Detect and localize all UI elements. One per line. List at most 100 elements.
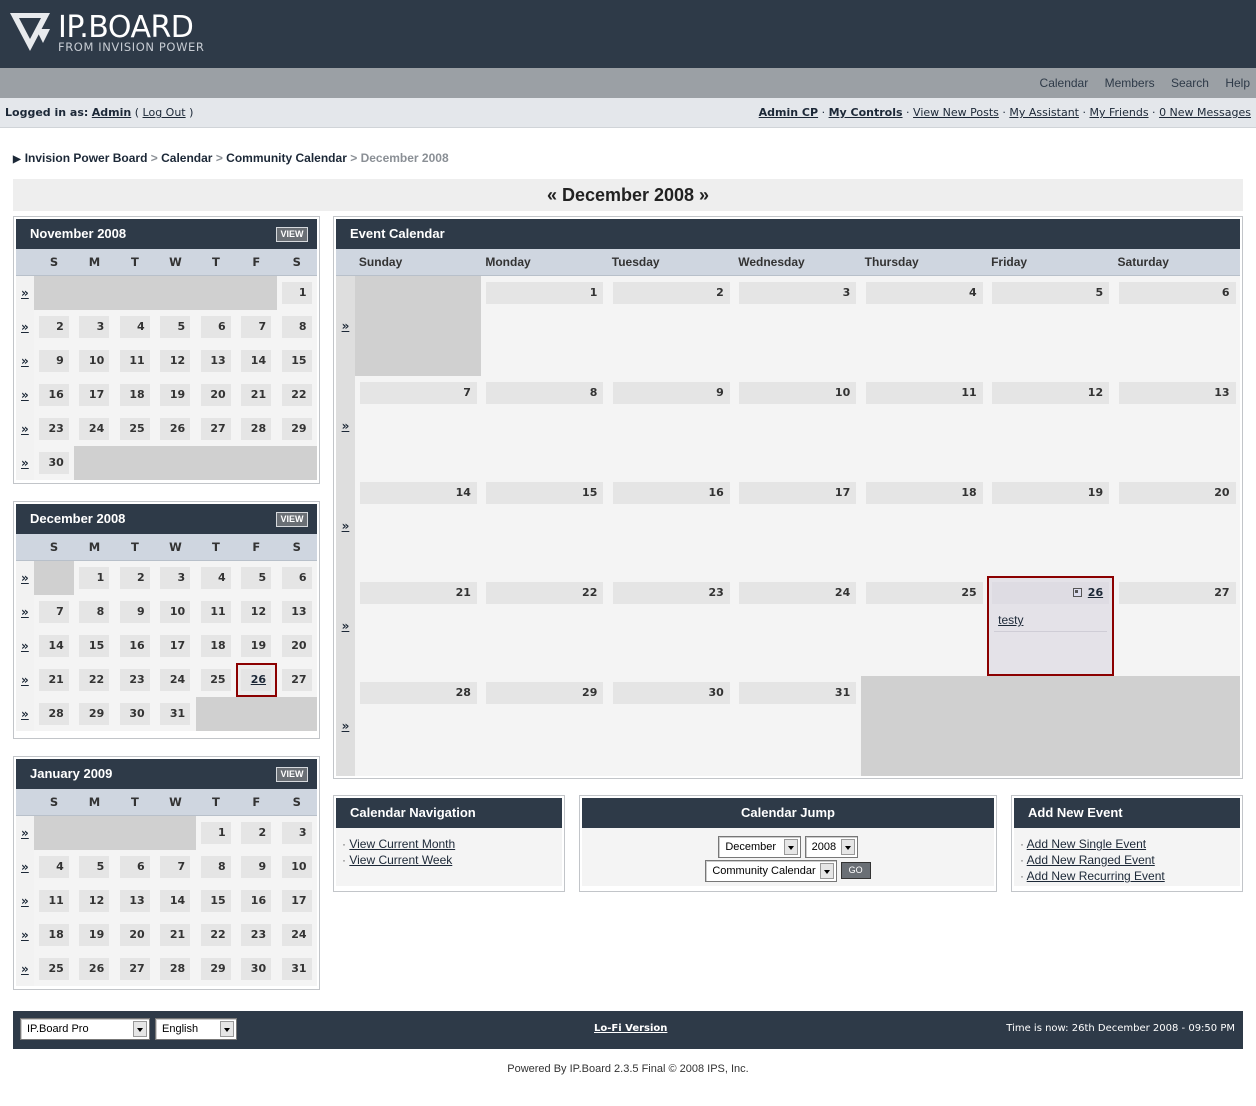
calendar-day-cell[interactable]: 21	[354, 576, 482, 676]
mini-day-cell[interactable]: 12	[155, 344, 196, 378]
mini-day-number[interactable]: 18	[38, 924, 69, 946]
calendar-day-cell[interactable]: 17	[734, 476, 861, 576]
nav-calendar-link[interactable]: Calendar	[1040, 76, 1089, 90]
admin-cp-link[interactable]: Admin CP	[759, 106, 818, 119]
mini-day-number[interactable]: 25	[119, 418, 150, 440]
mini-day-number[interactable]: 20	[119, 924, 150, 946]
calendar-day-number[interactable]: 9	[612, 382, 730, 404]
mini-day-number[interactable]: 30	[38, 452, 69, 474]
calendar-day-number[interactable]: 21	[359, 582, 477, 604]
mini-day-number[interactable]: 25	[38, 958, 69, 980]
mini-day-cell[interactable]: 26	[74, 952, 115, 986]
mini-day-number[interactable]: 29	[281, 418, 312, 440]
calendar-day-number[interactable]: 2	[612, 282, 730, 304]
mini-day-cell[interactable]: 13	[276, 595, 318, 629]
mini-day-cell[interactable]: 1	[195, 816, 237, 850]
calendar-day-number[interactable]: 23	[612, 582, 730, 604]
calendar-day-number[interactable]: 10	[739, 382, 857, 404]
mini-day-number[interactable]: 16	[119, 635, 150, 657]
mini-day-number[interactable]: 6	[119, 856, 150, 878]
mini-day-cell[interactable]: 31	[276, 952, 318, 986]
mini-day-number[interactable]: 1	[79, 567, 110, 589]
calendar-day-cell[interactable]: 22	[481, 576, 608, 676]
mini-day-cell[interactable]: 19	[74, 918, 115, 952]
week-view-link[interactable]: »	[336, 376, 355, 476]
calendar-day-cell[interactable]: 4	[860, 276, 988, 376]
week-view-link[interactable]: »	[16, 952, 34, 986]
calendar-day-cell[interactable]: 10	[734, 376, 861, 476]
mini-day-number[interactable]: 6	[200, 316, 231, 338]
mini-day-cell[interactable]: 28	[155, 952, 196, 986]
mini-day-cell[interactable]: 21	[236, 378, 277, 412]
calendar-day-cell[interactable]: 23	[607, 576, 735, 676]
calendar-day-number[interactable]: 20	[1118, 482, 1236, 504]
mini-day-number[interactable]: 17	[160, 635, 191, 657]
mini-day-number[interactable]: 19	[79, 924, 110, 946]
add-recurring-event-link[interactable]: Add New Recurring Event	[1027, 869, 1165, 883]
calendar-day-cell[interactable]: 5	[987, 276, 1114, 376]
mini-day-number[interactable]: 22	[79, 669, 110, 691]
calendar-day-number[interactable]: 16	[612, 482, 730, 504]
mini-day-cell[interactable]: 21	[155, 918, 196, 952]
mini-day-cell[interactable]: 25	[114, 412, 156, 446]
calendar-day-number[interactable]: 5	[992, 282, 1110, 304]
week-view-link[interactable]: »	[16, 344, 34, 378]
mini-day-number[interactable]: 9	[38, 350, 69, 372]
week-view-link[interactable]: »	[16, 629, 34, 663]
mini-day-cell[interactable]: 2	[33, 310, 75, 344]
mini-day-cell[interactable]: 18	[195, 629, 237, 663]
mini-day-cell[interactable]: 1	[74, 561, 115, 595]
calendar-day-number[interactable]: 12	[992, 382, 1110, 404]
mini-day-cell[interactable]: 25	[195, 663, 237, 697]
mini-day-cell[interactable]: 5	[236, 561, 277, 595]
mini-day-cell[interactable]: 18	[33, 918, 75, 952]
calendar-day-number[interactable]: 8	[486, 382, 604, 404]
mini-day-number[interactable]: 20	[200, 384, 231, 406]
month-select[interactable]: December	[718, 836, 802, 858]
calendar-day-number[interactable]: 15	[486, 482, 604, 504]
mini-day-number[interactable]: 23	[241, 924, 272, 946]
mini-day-cell[interactable]: 24	[276, 918, 318, 952]
mini-day-cell[interactable]: 7	[236, 310, 277, 344]
calendar-day-number[interactable]: 13	[1118, 382, 1236, 404]
week-view-link[interactable]: »	[336, 576, 355, 676]
calendar-day-number[interactable]: 24	[739, 582, 857, 604]
mini-day-cell[interactable]: 8	[74, 595, 115, 629]
nav-search-link[interactable]: Search	[1171, 76, 1209, 90]
mini-day-number[interactable]: 3	[160, 567, 191, 589]
view-current-month-link[interactable]: View Current Month	[349, 837, 455, 851]
mini-day-cell[interactable]: 19	[236, 629, 277, 663]
calendar-day-cell[interactable]: 19	[987, 476, 1114, 576]
mini-day-number[interactable]: 3	[79, 316, 110, 338]
mini-day-cell[interactable]: 20	[276, 629, 318, 663]
mini-day-cell[interactable]: 21	[33, 663, 75, 697]
mini-day-cell[interactable]: 8	[276, 310, 318, 344]
week-view-link[interactable]: »	[16, 663, 34, 697]
mini-day-cell[interactable]: 12	[74, 884, 115, 918]
mini-day-cell[interactable]: 30	[236, 952, 277, 986]
mini-day-cell[interactable]: 17	[74, 378, 115, 412]
add-event-icon[interactable]	[1072, 588, 1082, 597]
mini-day-number[interactable]: 2	[241, 822, 272, 844]
mini-day-cell[interactable]: 23	[236, 918, 277, 952]
mini-day-cell[interactable]: 10	[276, 850, 318, 884]
mini-day-cell[interactable]: 25	[33, 952, 75, 986]
mini-today-cell[interactable]: 26	[236, 663, 277, 697]
mini-day-cell[interactable]: 24	[74, 412, 115, 446]
mini-day-cell[interactable]: 8	[195, 850, 237, 884]
mini-day-cell[interactable]: 4	[33, 850, 75, 884]
mini-day-cell[interactable]: 27	[195, 412, 237, 446]
my-friends-link[interactable]: My Friends	[1090, 106, 1149, 119]
mini-day-number[interactable]: 3	[281, 822, 312, 844]
view-current-week-link[interactable]: View Current Week	[349, 853, 452, 867]
username-link[interactable]: Admin	[92, 106, 131, 119]
calendar-day-number[interactable]: 26	[992, 582, 1110, 604]
mini-day-number[interactable]: 10	[281, 856, 312, 878]
calendar-day-number[interactable]: 1	[486, 282, 604, 304]
mini-day-cell[interactable]: 15	[195, 884, 237, 918]
calendar-day-cell[interactable]: 14	[354, 476, 482, 576]
mini-day-number[interactable]: 10	[79, 350, 110, 372]
mini-day-number[interactable]: 13	[281, 601, 312, 623]
mini-day-number[interactable]: 11	[200, 601, 231, 623]
calendar-day-number[interactable]: 22	[486, 582, 604, 604]
